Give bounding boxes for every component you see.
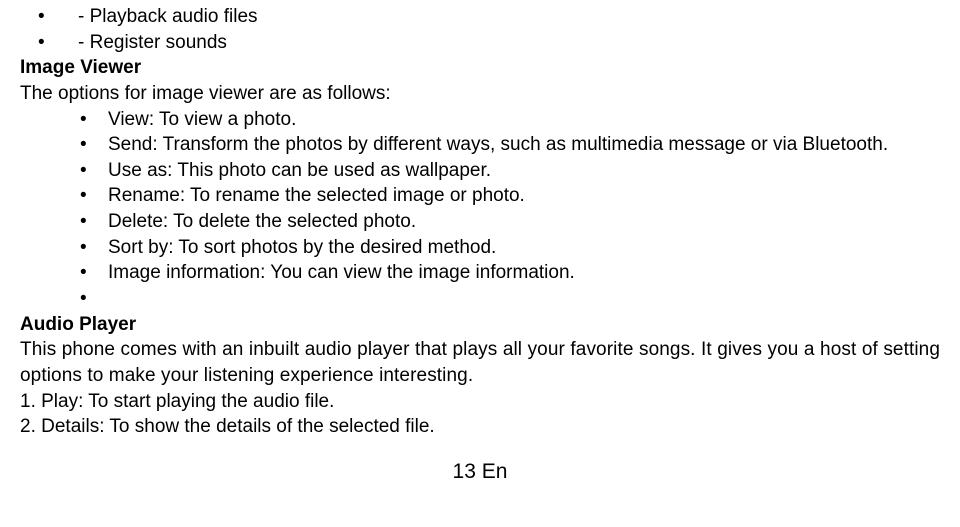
top-bullet-item: - Register sounds	[38, 30, 940, 56]
intro-text: The options for image viewer are as foll…	[20, 81, 940, 107]
section-heading-audio-player: Audio Player	[20, 312, 940, 338]
top-bullet-item: - Playback audio files	[38, 4, 940, 30]
option-item: Send: Transform the photos by different …	[80, 132, 940, 158]
section-heading-image-viewer: Image Viewer	[20, 55, 940, 81]
page-number: 13 En	[20, 458, 940, 486]
option-item: Use as: This photo can be used as wallpa…	[80, 158, 940, 184]
option-item: Image information: You can view the imag…	[80, 260, 940, 286]
document-page: - Playback audio files - Register sounds…	[0, 0, 960, 486]
option-item: Rename: To rename the selected image or …	[80, 183, 940, 209]
option-item-empty	[80, 286, 940, 312]
option-item: Sort by: To sort photos by the desired m…	[80, 235, 940, 261]
numbered-item: 2. Details: To show the details of the s…	[20, 414, 940, 440]
option-item: View: To view a photo.	[80, 107, 940, 133]
paragraph-text: This phone comes with an inbuilt audio p…	[20, 337, 940, 388]
option-item: Delete: To delete the selected photo.	[80, 209, 940, 235]
numbered-item: 1. Play: To start playing the audio file…	[20, 389, 940, 415]
